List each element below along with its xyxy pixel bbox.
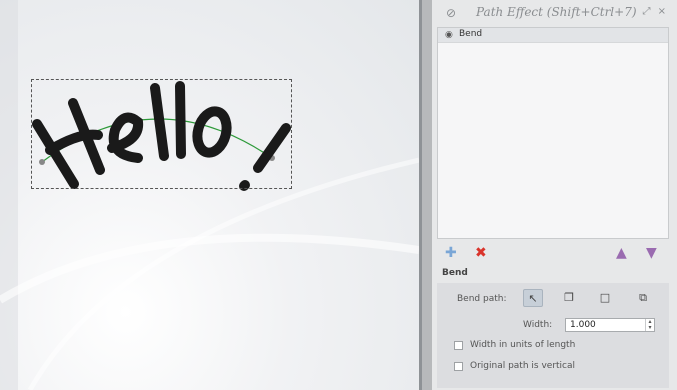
panel-window-buttons[interactable]: ⤢ × — [642, 6, 668, 17]
spin-arrows-icon[interactable]: ▴ ▾ — [645, 319, 654, 331]
copy-path-icon[interactable]: ❐ — [559, 289, 579, 307]
effect-settings: Bend path: ↖ ❐ □ ⧉ Width: 1.000 ▴ ▾ Width… — [437, 283, 669, 388]
add-effect-icon[interactable]: ✚ — [445, 245, 457, 261]
move-down-icon[interactable]: ▼ — [646, 245, 657, 261]
vertical-checkbox[interactable] — [454, 362, 463, 371]
canvas[interactable] — [0, 0, 419, 390]
move-up-icon[interactable]: ▲ — [616, 245, 627, 261]
effect-name: Bend — [459, 29, 483, 39]
canvas-art — [0, 81, 419, 390]
effect-section-title: Bend — [442, 268, 468, 278]
width-value: 1.000 — [570, 320, 596, 330]
width-units-label: Width in units of length — [470, 340, 576, 350]
link-path-icon[interactable]: ⧉ — [633, 289, 653, 307]
visibility-eye-icon[interactable]: ◉ — [445, 30, 453, 40]
panel-shadow — [422, 0, 432, 390]
panel-menu-icon[interactable]: ⊘ — [444, 6, 458, 20]
effect-list-item[interactable]: ◉ Bend — [438, 28, 668, 43]
panel-title: Path Effect (Shift+Ctrl+7) — [476, 5, 637, 19]
effect-list[interactable]: ◉ Bend — [437, 27, 669, 239]
width-spinbox[interactable]: 1.000 ▴ ▾ — [565, 318, 655, 332]
background-swoosh-2 — [27, 157, 419, 390]
delete-effect-icon[interactable]: ✖ — [475, 245, 487, 261]
paste-path-icon[interactable]: □ — [595, 289, 615, 307]
width-label: Width: — [523, 320, 553, 330]
bend-path-label: Bend path: — [457, 294, 507, 304]
selection-bounding-box[interactable] — [31, 79, 292, 189]
width-units-checkbox[interactable] — [454, 341, 463, 350]
vertical-label: Original path is vertical — [470, 361, 576, 371]
edit-on-canvas-icon[interactable]: ↖ — [523, 289, 543, 307]
panel-titlebar[interactable]: ⊘ Path Effect (Shift+Ctrl+7) ⤢ × — [436, 4, 674, 26]
path-effect-panel: ⊘ Path Effect (Shift+Ctrl+7) ⤢ × ◉ Bend … — [422, 0, 677, 390]
effect-toolbar: ✚ ✖ ▲ ▼ — [437, 243, 669, 265]
background-swoosh — [0, 233, 419, 304]
